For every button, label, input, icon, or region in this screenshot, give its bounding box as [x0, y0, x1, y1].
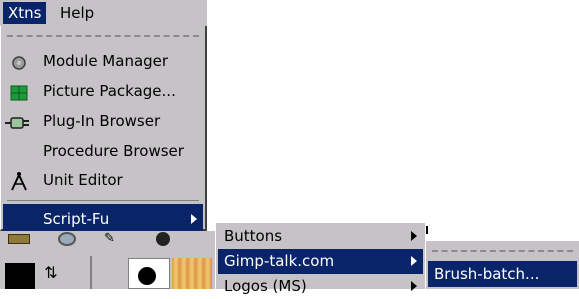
submenu-arrow-icon — [411, 256, 417, 266]
menu-item-procedure-browser[interactable]: Procedure Browser — [3, 136, 203, 166]
plug-icon — [5, 112, 29, 130]
tool-button[interactable] — [156, 232, 170, 246]
menu-item-label: Procedure Browser — [43, 142, 184, 160]
gimp-talk-menu: Brush-batch... — [425, 240, 579, 289]
menu-separator — [7, 200, 199, 201]
menu-help[interactable]: Help — [55, 2, 99, 24]
menu-item-brush-batch[interactable]: Brush-batch... — [428, 261, 577, 287]
tearoff-line[interactable] — [7, 35, 199, 37]
menu-xtns[interactable]: Xtns — [3, 2, 47, 24]
menu-item-label: Unit Editor — [43, 171, 123, 189]
menubar: Xtns Help — [0, 0, 207, 26]
menu-item-buttons[interactable]: Buttons — [218, 224, 423, 249]
cursor-mark — [426, 226, 429, 234]
menu-item-label: Buttons — [224, 227, 283, 245]
compass-icon — [9, 171, 29, 191]
foreground-color-swatch[interactable] — [5, 263, 35, 289]
tool-button[interactable] — [58, 232, 76, 246]
brush-shape — [138, 267, 156, 285]
menu-item-gimp-talk[interactable]: Gimp-talk.com — [218, 249, 423, 274]
menu-item-label: Gimp-talk.com — [224, 252, 335, 270]
menu-item-label: Script-Fu — [43, 210, 110, 228]
menu-item-unit-editor[interactable]: Unit Editor — [3, 165, 203, 195]
menu-item-plugin-browser[interactable]: Plug-In Browser — [3, 106, 203, 136]
eyedropper-icon[interactable]: ✎ — [104, 232, 122, 246]
menu-item-label: Logos (MS) — [224, 277, 307, 295]
swap-colors-icon[interactable]: ⇅ — [40, 262, 62, 284]
submenu-arrow-icon — [411, 231, 417, 241]
picture-package-icon — [9, 82, 29, 101]
pattern-preview[interactable] — [172, 258, 212, 289]
menu-item-picture-package[interactable]: Picture Package... — [3, 76, 203, 106]
gear-icon — [9, 52, 29, 70]
menu-item-label: Module Manager — [43, 52, 169, 70]
menu-item-module-manager[interactable]: Module Manager — [3, 46, 203, 76]
menu-item-logos-ms[interactable]: Logos (MS) — [218, 274, 423, 299]
submenu-arrow-icon — [411, 281, 417, 291]
tearoff-line[interactable] — [432, 250, 573, 252]
tool-button[interactable] — [8, 234, 30, 244]
menu-item-label: Picture Package... — [43, 82, 176, 100]
script-fu-menu: Buttons Gimp-talk.com Logos (MS) — [215, 222, 425, 295]
xtns-menu: Module Manager Picture Package... Plug-I… — [0, 26, 207, 234]
menu-item-label: Plug-In Browser — [43, 112, 161, 130]
menu-item-label: Brush-batch... — [434, 265, 540, 283]
submenu-arrow-icon — [191, 214, 197, 224]
menu-item-script-fu[interactable]: Script-Fu — [3, 204, 203, 234]
divider — [90, 256, 92, 289]
